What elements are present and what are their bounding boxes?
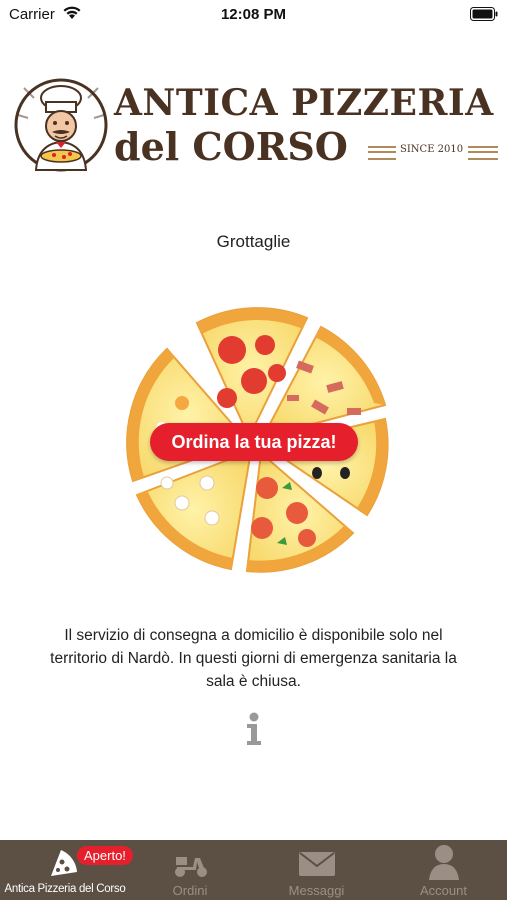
tab-home[interactable]: Aperto! Antica Pizzeria del Corso [0, 840, 133, 900]
tab-label: Ordini [172, 883, 208, 898]
info-icon[interactable] [244, 712, 264, 746]
open-status-badge: Aperto! [77, 846, 133, 865]
tab-bar: Aperto! Antica Pizzeria del Corso Ordini… [0, 840, 507, 900]
tab-label: Messaggi [288, 883, 345, 898]
order-pizza-button[interactable]: Ordina la tua pizza! [150, 423, 358, 461]
battery-icon [470, 7, 498, 21]
location-title: Grottaglie [216, 232, 291, 251]
tab-ordini[interactable]: Ordini [127, 840, 253, 900]
envelope-icon [299, 852, 335, 876]
since-text: SINCE 2010 [400, 144, 464, 155]
clock: 12:08 PM [220, 6, 287, 23]
person-icon [429, 845, 459, 880]
since-tagline: SINCE 2010 [368, 143, 498, 160]
tab-label: Account [420, 883, 467, 898]
tab-account[interactable]: Account [380, 840, 507, 900]
scooter-icon [175, 857, 207, 877]
pizza-slice-icon [51, 850, 77, 876]
brand-logo: ANTICA PIZZERIA del CORSO SINCE 2010 [14, 78, 498, 172]
decorative-lines [468, 146, 498, 160]
decorative-lines [368, 146, 396, 160]
brand-name-line2: del CORSO [114, 124, 348, 169]
info-message: Il servizio di consegna a domicilio è di… [50, 627, 457, 690]
chef-mascot-icon [14, 78, 108, 172]
tab-messaggi[interactable]: Messaggi [253, 840, 380, 900]
brand-name-line1: ANTICA PIZZERIA [114, 82, 494, 124]
status-bar: Carrier 12:08 PM [0, 0, 507, 30]
tab-label: Antica Pizzeria del Corso [4, 883, 126, 895]
